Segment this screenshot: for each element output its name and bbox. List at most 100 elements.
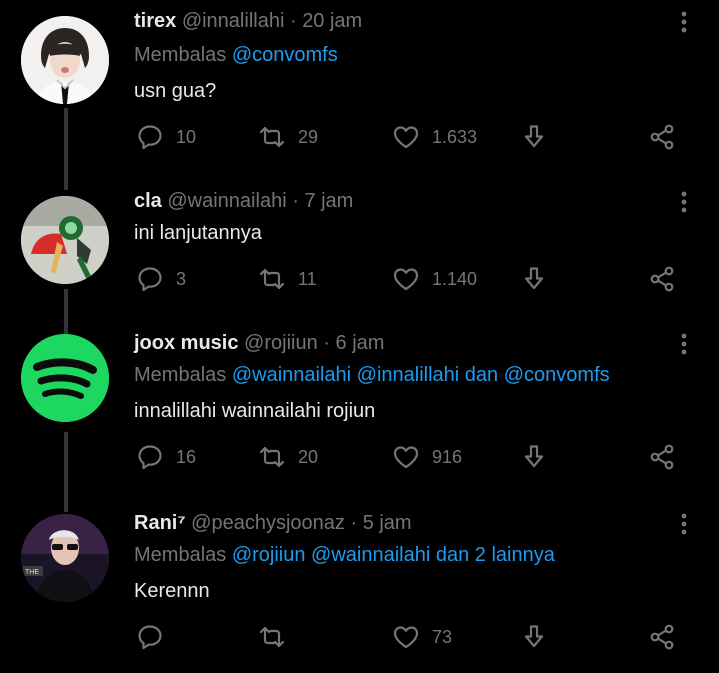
reply-icon [136, 623, 164, 651]
action-bar: 16 20 916 [134, 440, 694, 474]
reply-button[interactable]: 16 [136, 440, 196, 474]
tweet[interactable]: cla @wainnailahi · 7 jam ini lanjutannya… [0, 180, 719, 330]
like-button[interactable]: 1.633 [392, 120, 477, 154]
reply-mention[interactable]: @rojiiun @wainnailahi dan 2 lainnya [232, 544, 555, 566]
retweet-icon [258, 265, 286, 293]
retweet-icon [258, 623, 286, 651]
reply-count: 16 [176, 446, 197, 467]
retweet-button[interactable]: 11 [258, 262, 317, 296]
reply-button[interactable] [136, 620, 176, 654]
avatar[interactable] [21, 334, 109, 422]
separator: · [292, 190, 299, 212]
retweet-count: 20 [298, 446, 319, 467]
retweet-icon [258, 443, 286, 471]
like-button[interactable]: 1.140 [392, 262, 477, 296]
download-icon [520, 443, 548, 471]
download-button[interactable] [520, 620, 548, 654]
tweet[interactable]: joox music @rojiiun · 6 jam Membalas @wa… [0, 322, 719, 502]
user-handle[interactable]: @peachysjoonaz [191, 512, 345, 534]
share-icon [648, 123, 676, 151]
reply-context: Membalas @wainnailahi @innalillahi dan @… [134, 364, 610, 387]
like-count: 1.633 [432, 126, 478, 147]
tweet[interactable]: tirex @innalillahi · 20 jam Membalas @co… [0, 0, 719, 180]
separator: · [350, 512, 358, 534]
like-count: 1.140 [432, 268, 478, 289]
user-handle[interactable]: @wainnailahi [167, 190, 286, 212]
retweet-button[interactable]: 29 [258, 120, 318, 154]
reply-mention[interactable]: @convomfs [504, 364, 610, 386]
share-icon [648, 265, 676, 293]
reply-mention[interactable]: @convomfs [232, 44, 338, 66]
reply-mention[interactable]: @wainnailahi @innalillahi [232, 364, 459, 386]
spotify-icon [21, 334, 109, 422]
user-handle[interactable]: @innalillahi [182, 10, 285, 32]
avatar[interactable] [21, 196, 109, 284]
avatar[interactable]: THE [21, 514, 109, 602]
tweet-text: Kerennn [134, 580, 210, 602]
more-icon[interactable] [674, 10, 694, 34]
download-icon [520, 265, 548, 293]
reply-conjunction: dan [464, 364, 499, 386]
retweet-button[interactable]: 20 [258, 440, 318, 474]
avatar-badge-text: THE [25, 569, 39, 576]
tweet-header: Rani⁷ @peachysjoonaz · 5 jam [134, 512, 412, 535]
retweet-count: 29 [298, 126, 319, 147]
user-handle[interactable]: @rojiiun [244, 332, 318, 354]
more-icon[interactable] [674, 332, 694, 356]
reply-label: Membalas [134, 44, 227, 66]
tweet-text: innalillahi wainnailahi rojiun [134, 400, 376, 422]
share-icon [648, 623, 676, 651]
reply-icon [136, 443, 164, 471]
timestamp[interactable]: 5 jam [363, 512, 412, 534]
reply-count: 3 [176, 268, 187, 289]
like-count: 73 [432, 626, 453, 647]
retweet-icon [258, 123, 286, 151]
reply-button[interactable]: 10 [136, 120, 196, 154]
reply-count: 10 [176, 126, 197, 147]
display-name[interactable]: tirex [134, 10, 176, 32]
reply-label: Membalas [134, 544, 227, 566]
action-bar: 3 11 1.140 [134, 262, 694, 296]
timestamp[interactable]: 7 jam [304, 190, 353, 212]
separator: · [289, 10, 297, 32]
download-button[interactable] [520, 120, 548, 154]
download-icon [520, 623, 548, 651]
share-button[interactable] [648, 262, 676, 296]
like-icon [392, 123, 420, 151]
tweet-text: ini lanjutannya [134, 222, 262, 244]
download-icon [520, 123, 548, 151]
action-bar: 10 29 1.633 [134, 120, 694, 154]
like-icon [392, 623, 420, 651]
more-icon[interactable] [674, 190, 694, 214]
timestamp[interactable]: 20 jam [302, 10, 362, 32]
share-button[interactable] [648, 440, 676, 474]
reply-context: Membalas @rojiiun @wainnailahi dan 2 lai… [134, 544, 555, 567]
retweet-button[interactable] [258, 620, 298, 654]
reply-icon [136, 265, 164, 293]
tweet-text: usn gua? [134, 80, 217, 102]
share-button[interactable] [648, 620, 676, 654]
download-button[interactable] [520, 262, 548, 296]
tweet[interactable]: THE Rani⁷ @peachysjoonaz · 5 jam Membala… [0, 502, 719, 673]
display-name[interactable]: cla [134, 190, 162, 212]
like-button[interactable]: 916 [392, 440, 462, 474]
reply-button[interactable]: 3 [136, 262, 186, 296]
reply-context: Membalas @convomfs [134, 44, 338, 67]
action-bar: 73 [134, 620, 694, 654]
tweet-header: cla @wainnailahi · 7 jam [134, 190, 353, 213]
share-button[interactable] [648, 120, 676, 154]
more-icon[interactable] [674, 512, 694, 536]
share-icon [648, 443, 676, 471]
like-count: 916 [432, 446, 463, 467]
download-button[interactable] [520, 440, 548, 474]
retweet-count: 11 [298, 268, 317, 289]
like-button[interactable]: 73 [392, 620, 452, 654]
display-name[interactable]: joox music [134, 332, 238, 354]
separator: · [323, 332, 330, 354]
reply-label: Membalas [134, 364, 227, 386]
like-icon [392, 265, 420, 293]
tweet-header: tirex @innalillahi · 20 jam [134, 10, 362, 33]
avatar[interactable] [21, 16, 109, 104]
display-name[interactable]: Rani⁷ [134, 512, 186, 534]
timestamp[interactable]: 6 jam [336, 332, 385, 354]
